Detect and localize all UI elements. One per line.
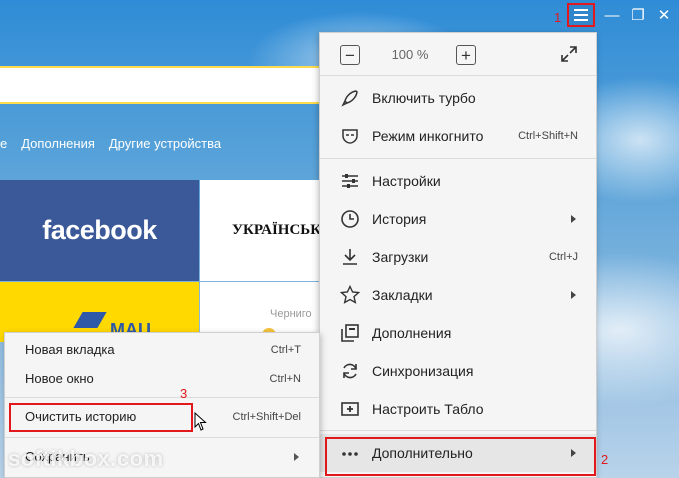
submenu-arrow-icon bbox=[571, 215, 576, 223]
submenu-arrow-icon bbox=[571, 291, 576, 299]
menu-item-turbo[interactable]: Включить турбо bbox=[320, 79, 596, 117]
window-controls: — ❐ ✕ bbox=[567, 3, 673, 27]
menu-item-settings[interactable]: Настройки bbox=[320, 162, 596, 200]
menu-divider bbox=[5, 397, 319, 398]
fullscreen-icon[interactable] bbox=[560, 45, 578, 63]
menu-item-downloads[interactable]: Загрузки Ctrl+J bbox=[320, 238, 596, 276]
watermark-text: softikbox.com bbox=[8, 446, 164, 471]
menu-item-customize-tableau[interactable]: Настроить Табло bbox=[320, 390, 596, 428]
extensions-icon bbox=[340, 323, 360, 343]
clock-icon bbox=[340, 209, 360, 229]
menu-item-shortcut: Ctrl+J bbox=[548, 251, 578, 263]
menu-item-label: История bbox=[372, 211, 427, 227]
star-icon bbox=[340, 285, 360, 305]
submenu-item-shortcut: Ctrl+N bbox=[269, 372, 301, 385]
menu-item-label: Режим инкогнито bbox=[372, 128, 484, 144]
submenu-arrow-icon bbox=[571, 449, 576, 457]
submenu-arrow-icon bbox=[294, 452, 299, 461]
menu-item-sync[interactable]: Синхронизация bbox=[320, 352, 596, 390]
annotation-step-2: 2 bbox=[601, 452, 609, 467]
submenu-item-new-window[interactable]: Новое окно Ctrl+N bbox=[5, 364, 319, 393]
menu-item-label: Дополнительно bbox=[372, 445, 473, 461]
zoom-out-button[interactable]: − bbox=[340, 45, 360, 65]
submenu-item-label: Новое окно bbox=[25, 371, 94, 386]
tile-facebook[interactable]: facebook bbox=[0, 180, 199, 281]
browser-main-menu: − 100 % + Включить турбо Режим инкогнито… bbox=[319, 32, 597, 478]
mouse-cursor-icon bbox=[194, 412, 207, 431]
nav-link-extensions[interactable]: Дополнения bbox=[21, 136, 95, 151]
menu-divider bbox=[320, 158, 596, 159]
facebook-logo-text: facebook bbox=[42, 215, 157, 245]
submenu-item-label: Очистить историю bbox=[25, 409, 137, 424]
chernigiv-text: Черниго bbox=[270, 308, 312, 320]
menu-divider bbox=[320, 75, 596, 76]
zoom-row: − 100 % + bbox=[320, 33, 596, 75]
tile-ukrainska[interactable]: УКРАЇНСЬКА bbox=[200, 180, 330, 281]
zoom-in-button[interactable]: + bbox=[456, 45, 476, 65]
ukrainska-logo-text: УКРАЇНСЬКА bbox=[232, 222, 330, 238]
incognito-mask-icon bbox=[340, 126, 360, 146]
menu-item-incognito[interactable]: Режим инкогнито Ctrl+Shift+N bbox=[320, 117, 596, 155]
annotation-step-1: 1 bbox=[554, 10, 562, 25]
menu-divider bbox=[320, 430, 596, 431]
annotation-step-3: 3 bbox=[180, 386, 188, 401]
navigation-links: е Дополнения Другие устройства bbox=[0, 136, 221, 151]
menu-item-label: Настроить Табло bbox=[372, 401, 484, 417]
rocket-icon bbox=[340, 88, 360, 108]
sync-icon bbox=[340, 361, 360, 381]
menu-item-label: Загрузки bbox=[372, 249, 429, 265]
menu-item-label: Настройки bbox=[372, 173, 441, 189]
search-input[interactable] bbox=[0, 66, 330, 104]
menu-item-history[interactable]: История bbox=[320, 200, 596, 238]
menu-item-extensions[interactable]: Дополнения bbox=[320, 314, 596, 352]
minimize-icon[interactable]: — bbox=[603, 5, 621, 25]
submenu-item-new-tab[interactable]: Новая вкладка Ctrl+T bbox=[5, 335, 319, 364]
submenu-item-shortcut: Ctrl+Shift+Del bbox=[232, 410, 301, 423]
menu-icon[interactable] bbox=[567, 3, 595, 27]
settings-sliders-icon bbox=[340, 171, 360, 191]
airplane-logo-icon bbox=[73, 312, 107, 328]
menu-item-label: Включить турбо bbox=[372, 90, 476, 106]
menu-item-more[interactable]: Дополнительно bbox=[320, 434, 596, 472]
close-icon[interactable]: ✕ bbox=[655, 5, 673, 25]
submenu-item-clear-history[interactable]: Очистить историю Ctrl+Shift+Del bbox=[5, 402, 319, 431]
submenu-item-shortcut: Ctrl+T bbox=[270, 343, 301, 356]
restore-icon[interactable]: ❐ bbox=[629, 5, 647, 25]
more-dots-icon bbox=[340, 443, 360, 463]
menu-divider bbox=[5, 437, 319, 438]
menu-item-bookmarks[interactable]: Закладки bbox=[320, 276, 596, 314]
nav-link-partial[interactable]: е bbox=[0, 136, 7, 151]
menu-item-label: Закладки bbox=[372, 287, 433, 303]
menu-item-label: Дополнения bbox=[372, 325, 452, 341]
zoom-level: 100 % bbox=[391, 47, 429, 62]
submenu-item-label: Новая вкладка bbox=[25, 342, 115, 357]
menu-item-label: Синхронизация bbox=[372, 363, 474, 379]
add-tile-icon bbox=[340, 399, 360, 419]
download-icon bbox=[340, 247, 360, 267]
nav-link-other-devices[interactable]: Другие устройства bbox=[109, 136, 221, 151]
menu-item-shortcut: Ctrl+Shift+N bbox=[518, 130, 578, 142]
